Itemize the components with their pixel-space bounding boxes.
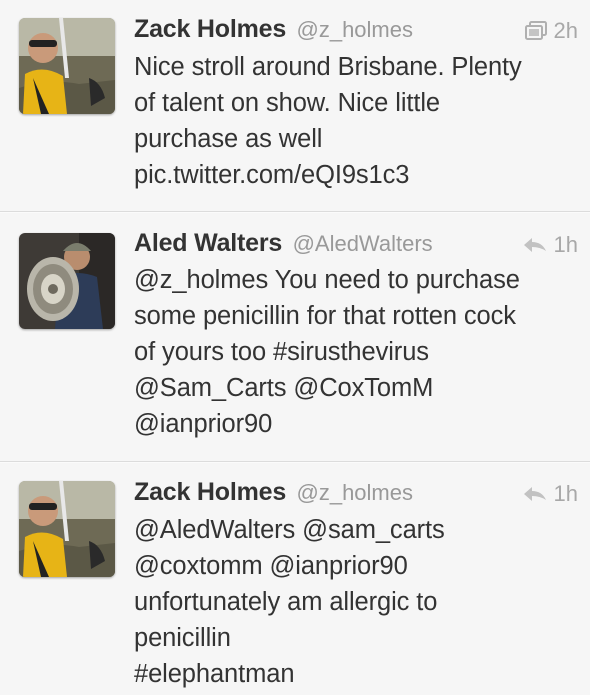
author-name[interactable]: Zack Holmes [134, 15, 286, 43]
tweet-item[interactable]: Zack Holmes @z_holmes 1h @AledWalters @s… [0, 462, 590, 695]
tweet-text-line: #elephantman [134, 660, 295, 688]
tweet-text-line: @coxtomm @ianprior90 [134, 552, 408, 580]
tweet-item[interactable]: Zack Holmes @z_holmes 2h Nice stroll aro… [0, 0, 590, 212]
reply-arrow-icon[interactable] [522, 236, 548, 254]
avatar-zack-holmes[interactable] [19, 18, 115, 114]
tweet-text: Nice stroll around Brisbane. Plenty of t… [134, 49, 579, 193]
tweet-timestamp: 2h [553, 18, 578, 43]
tweet-meta: 2h [524, 18, 578, 44]
tweet-text: @AledWalters @sam_carts @coxtomm @ianpri… [134, 512, 579, 692]
tweet-text-line: of yours too #sirusthevirus [134, 338, 429, 366]
media-gallery-icon [524, 21, 547, 40]
avatar-image [19, 18, 115, 114]
tweet-text-line: of talent on show. Nice little [134, 89, 441, 117]
avatar-image [19, 481, 115, 577]
avatar-image [19, 233, 115, 329]
tweet-meta: 1h [522, 232, 578, 258]
tweet-text: @z_holmes You need to purchase some peni… [134, 262, 579, 442]
tweet-text-line: unfortunately am allergic to [134, 588, 438, 616]
tweet-link[interactable]: pic.twitter.com/eQI9s1c3 [134, 157, 579, 193]
avatar-aled-walters[interactable] [19, 233, 115, 329]
tweet-text-line: penicillin [134, 624, 231, 652]
tweet-text-line: @z_holmes You need to purchase [134, 266, 520, 294]
tweet-text-line: @ianprior90 [134, 410, 273, 438]
tweet-timestamp: 1h [553, 232, 578, 257]
tweet-timestamp: 1h [553, 481, 578, 506]
author-name[interactable]: Zack Holmes [134, 478, 286, 506]
tweet-header: Zack Holmes @z_holmes 2h [134, 15, 578, 45]
author-handle[interactable]: @AledWalters [293, 231, 433, 256]
author-handle[interactable]: @z_holmes [297, 480, 414, 505]
tweet-header: Aled Walters @AledWalters 1h [134, 229, 578, 259]
tweet-timeline: Zack Holmes @z_holmes 2h Nice stroll aro… [0, 0, 590, 695]
tweet-text-line: purchase as well [134, 125, 323, 153]
reply-arrow-icon[interactable] [522, 485, 548, 503]
tweet-header: Zack Holmes @z_holmes 1h [134, 478, 578, 508]
tweet-text-line: @AledWalters @sam_carts [134, 516, 445, 544]
tweet-text-line: @Sam_Carts @CoxTomM [134, 374, 434, 402]
author-handle[interactable]: @z_holmes [297, 17, 414, 42]
tweet-meta: 1h [522, 481, 578, 507]
tweet-item[interactable]: Aled Walters @AledWalters 1h @z_holmes Y… [0, 212, 590, 462]
tweet-text-line: some penicillin for that rotten cock [134, 302, 516, 330]
tweet-text-line: Nice stroll around Brisbane. Plenty [134, 53, 522, 81]
author-name[interactable]: Aled Walters [134, 229, 282, 257]
avatar-zack-holmes[interactable] [19, 481, 115, 577]
